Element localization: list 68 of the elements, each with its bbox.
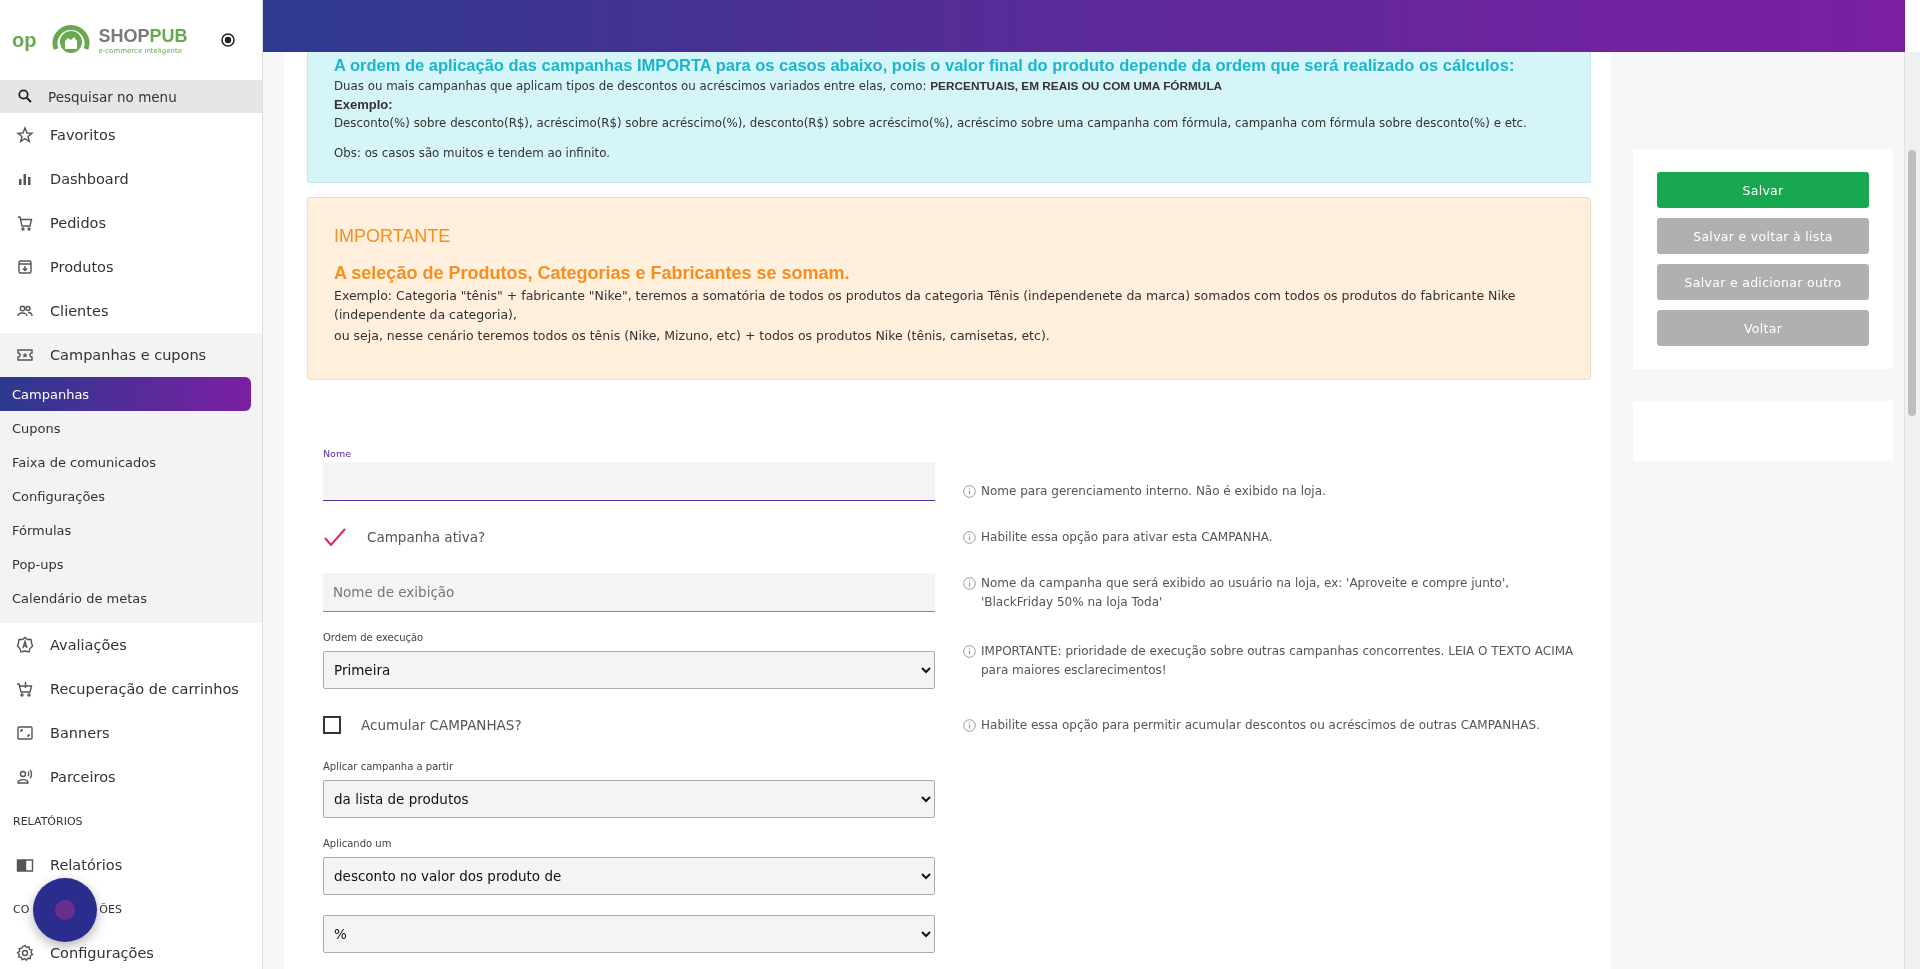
submenu-item[interactable]: Cupons: [0, 411, 251, 445]
field-label: Ordem de execução: [323, 632, 425, 643]
record-icon[interactable]: [221, 33, 236, 47]
menu-item[interactable]: Pedidos: [0, 201, 262, 245]
info-label: Exemplo:: [334, 97, 394, 112]
checkbox[interactable]: [323, 527, 347, 547]
hint-text: Nome da campanha que será exibido ao usuário na loja, ex: 'Aproveite e compre junto', 'BlackFriday 50% na loja Toda': [981, 575, 1510, 611]
menu-item[interactable]: Avaliações: [0, 623, 262, 667]
hint-text: IMPORTANTE: prioridade de execução sobre outras campanhas concorrentes. LEIA O TEXTO ACIMA para maiores esclarecimentos!: [981, 642, 1575, 679]
info-note: Obs: os casos são muitos e tendem ao infinito.: [334, 146, 611, 160]
menu-item[interactable]: Favoritos: [0, 113, 262, 157]
menu-item[interactable]: Configurações: [0, 931, 262, 969]
floating-chat-button[interactable]: [33, 878, 97, 942]
reviews-icon: [16, 636, 34, 654]
menu-search-field[interactable]: Pesquisar no menu: [0, 80, 262, 113]
menu-item[interactable]: Relatórios: [0, 843, 262, 887]
section-heading: CO: [13, 902, 30, 916]
hint-text: Habilite essa opção para ativar esta CAMPANHA.: [981, 528, 1273, 546]
checkbox-label: Acumular CAMPANHAS?: [361, 717, 522, 733]
dropdown[interactable]: desconto no valor dos produto de: [323, 857, 935, 895]
dropdown[interactable]: %: [323, 915, 935, 953]
favorites-icon: [16, 126, 34, 144]
dropdown[interactable]: Primeira: [323, 651, 935, 689]
submenu-item[interactable]: Campanhas: [0, 377, 251, 411]
campaigns-icon: [16, 346, 34, 364]
info-icon: [963, 644, 976, 658]
brand-name: SHOPPUB: [98, 25, 188, 47]
field-label: Aplicar campanha a partir: [323, 761, 455, 772]
checkbox-label: Campanha ativa?: [367, 529, 486, 545]
warning-heading: IMPORTANTE: [334, 226, 452, 247]
info-icon: [963, 485, 976, 498]
warning-subtitle: A seleção de Produtos, Categorias e Fabricantes se somam.: [334, 263, 851, 284]
menu-item[interactable]: Campanhas e cupons: [0, 333, 262, 377]
cart-recovery-icon: [16, 680, 34, 698]
reports-icon: [16, 856, 34, 874]
menu-item[interactable]: Clientes: [0, 289, 262, 333]
menu-item[interactable]: Dashboard: [0, 157, 262, 201]
checkbox[interactable]: [323, 716, 341, 734]
submenu-item[interactable]: Calendário de metas: [0, 581, 251, 615]
scrollbar-thumb[interactable]: [1908, 150, 1916, 416]
submenu-item[interactable]: Fórmulas: [0, 513, 251, 547]
section-heading: ÕES: [99, 902, 122, 916]
submenu-item[interactable]: Configurações: [0, 479, 251, 513]
hint-text: Habilite essa opção para permitir acumular descontos ou acréscimos de outras CAMPANHAS.: [981, 716, 1540, 734]
info-icon: [963, 530, 976, 544]
field-label: Aplicando um: [323, 838, 393, 849]
info-icon: [963, 718, 976, 732]
submenu-item[interactable]: Faixa de comunicados: [0, 445, 251, 479]
display-name-field[interactable]: Nome de exibição: [323, 573, 935, 612]
submenu-item[interactable]: Pop-ups: [0, 547, 251, 581]
products-icon: [16, 258, 34, 276]
logo-mark: op: [12, 28, 37, 52]
section-heading: RELATÓRIOS: [13, 814, 83, 828]
partners-icon: [16, 768, 34, 786]
orders-icon: [16, 214, 34, 232]
menu-item[interactable]: Banners: [0, 711, 262, 755]
menu-item[interactable]: Produtos: [0, 245, 262, 289]
settings-icon: [16, 944, 34, 962]
info-icon: [963, 577, 976, 590]
banners-icon: [16, 724, 34, 742]
hint-text: Nome para gerenciamento interno. Não é exibido na loja.: [981, 483, 1326, 500]
info-text: Duas ou mais campanhas que aplicam tipos de descontos ou acréscimos variados entre elas, como: PERCENTUAIS, EM REAIS OU COM UMA FÓRMULA: [334, 79, 1224, 93]
dropdown[interactable]: da lista de produtos: [323, 780, 935, 818]
warning-text: ou seja, nesse cenário teremos todos os tênis (Nike, Mizuno, etc) + todos os produtos Nike (tênis, camisetas, etc).: [334, 327, 1051, 345]
menu-item[interactable]: Parceiros: [0, 755, 262, 799]
menu-item[interactable]: Recuperação de carrinhos: [0, 667, 262, 711]
info-text: Desconto(%) sobre desconto(R$), acréscimo(R$) sobre acréscimo(%), desconto(R$) sobre acréscimo(%), acréscimo sobre uma campanha com fórmula, campanha com fórmula sobre desconto(%) e etc.: [334, 116, 1528, 130]
info-title: A ordem de aplicação das campanhas IMPORTA para os casos abaixo, pois o valor final do produto depende da ordem que será realizado os cálculos:: [334, 56, 1516, 75]
